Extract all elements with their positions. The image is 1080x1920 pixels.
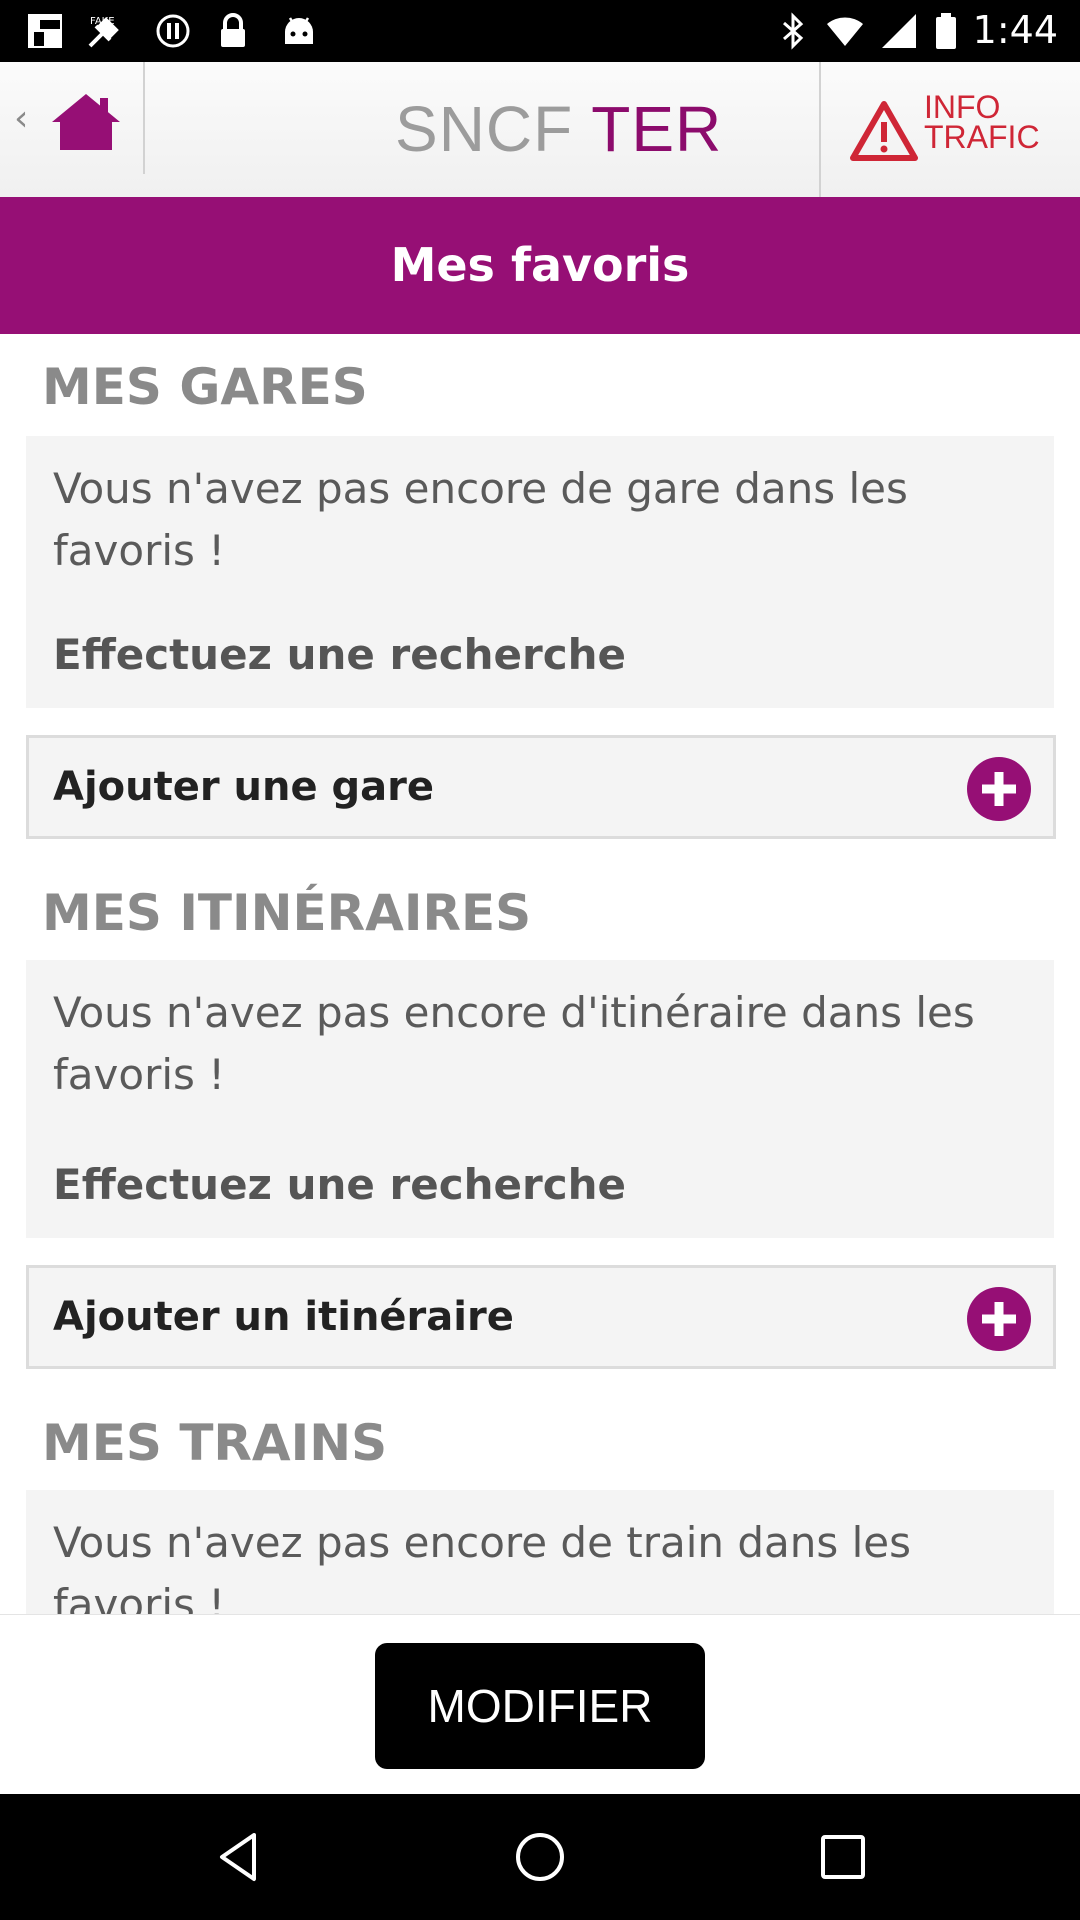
lock-icon xyxy=(221,13,245,47)
trains-empty-message: Vous n'avez pas encore de train dans les… xyxy=(53,1518,912,1614)
info-trafic-button[interactable]: INFO TRAFIC xyxy=(850,89,1050,172)
flipboard-icon xyxy=(28,14,62,48)
app-header: ‹ SNCF TER INFO TRAFIC xyxy=(0,62,1080,198)
header-divider xyxy=(819,62,821,197)
add-gare-plus-icon[interactable] xyxy=(967,757,1031,821)
info-trafic-label: INFO TRAFIC xyxy=(924,89,1040,155)
section-title-itineraires: MES ITINÉRAIRES xyxy=(42,884,532,942)
clock: 1:44 xyxy=(972,8,1058,52)
wifi-icon xyxy=(827,17,863,46)
sncf-ter-logo: SNCF TER xyxy=(395,93,723,165)
gares-search-link[interactable]: Effectuez une recherche xyxy=(53,630,626,679)
itineraires-search-link[interactable]: Effectuez une recherche xyxy=(53,1160,626,1209)
home-icon[interactable] xyxy=(48,90,124,154)
itineraires-empty-message: Vous n'avez pas encore d'itinéraire dans… xyxy=(53,988,975,1099)
system-nav-bar xyxy=(0,1794,1080,1920)
back-nav-icon[interactable] xyxy=(210,1827,270,1887)
add-itineraire-label: Ajouter un itinéraire xyxy=(53,1294,514,1340)
status-bar: FAKE 1:44 xyxy=(0,0,1080,62)
battery-icon xyxy=(936,13,956,49)
bottom-action-bar: MODIFIER xyxy=(0,1614,1080,1795)
add-itineraire-plus-icon[interactable] xyxy=(967,1287,1031,1351)
warning-icon xyxy=(850,101,918,161)
fake-gps-icon: FAKE xyxy=(88,16,119,48)
add-gare-label: Ajouter une gare xyxy=(53,764,435,810)
recents-nav-icon[interactable] xyxy=(813,1827,873,1887)
section-title-trains: MES TRAINS xyxy=(42,1414,388,1472)
gares-empty-message: Vous n'avez pas encore de gare dans les … xyxy=(53,464,908,575)
header-divider xyxy=(143,62,145,174)
home-nav-icon[interactable] xyxy=(510,1827,570,1887)
add-itineraire-row[interactable]: Ajouter un itinéraire xyxy=(26,1265,1056,1369)
add-gare-row[interactable]: Ajouter une gare xyxy=(26,735,1056,839)
android-icon xyxy=(285,17,313,44)
section-title-gares: MES GARES xyxy=(42,358,368,416)
back-chevron-icon[interactable]: ‹ xyxy=(14,98,28,139)
trains-empty-state: Vous n'avez pas encore de train dans les… xyxy=(26,1490,1054,1614)
gares-empty-state: Vous n'avez pas encore de gare dans les … xyxy=(26,436,1054,708)
modify-button[interactable]: MODIFIER xyxy=(375,1643,705,1769)
signal-icon xyxy=(882,14,916,48)
page-title: Mes favoris xyxy=(0,197,1080,334)
svg-text:FAKE: FAKE xyxy=(90,16,115,27)
sync-icon xyxy=(156,14,190,48)
itineraires-empty-state: Vous n'avez pas encore d'itinéraire dans… xyxy=(26,960,1054,1238)
bluetooth-icon xyxy=(783,12,804,50)
